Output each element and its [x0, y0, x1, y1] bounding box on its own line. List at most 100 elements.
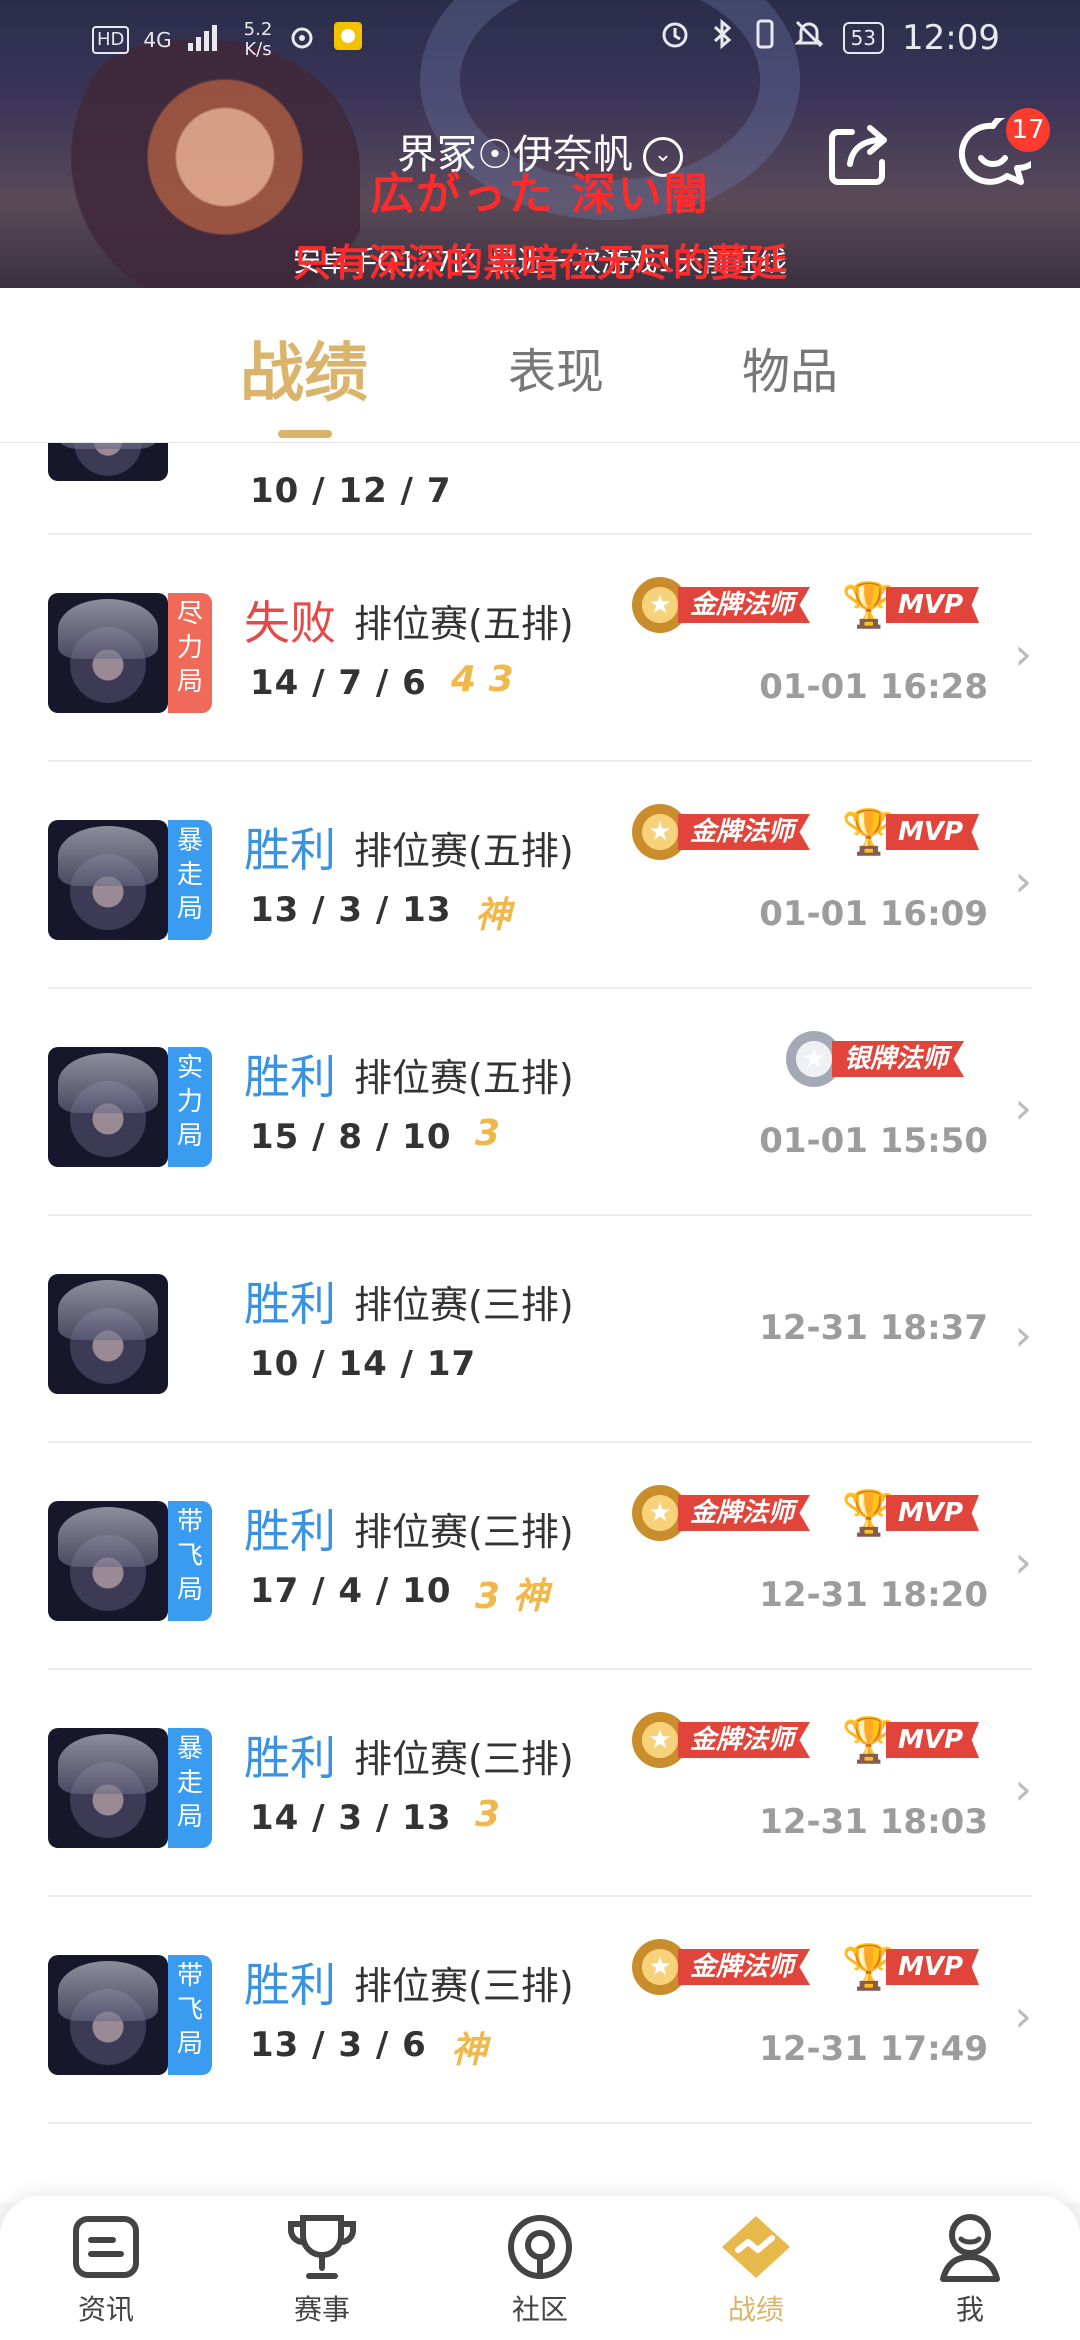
- match-result: 胜利: [244, 823, 336, 877]
- match-kda: 14 / 7 / 6: [250, 663, 427, 703]
- nav-item-record[interactable]: 战绩: [696, 2210, 816, 2328]
- profile-icon: [910, 2210, 1030, 2284]
- match-time: 12-31 18:37: [759, 1308, 988, 1348]
- match-result: 胜利: [244, 1050, 336, 1104]
- match-time: 12-31 18:20: [759, 1575, 988, 1615]
- badge-label: 金牌法师: [678, 814, 811, 850]
- match-list[interactable]: 10 / 12 / 7 尽力局 失败 排位赛(五排) 14 / 7 / 6 4 3 ★ 金牌…: [0, 443, 1080, 2203]
- match-row[interactable]: 带飞局 胜利 排位赛(三排) 17 / 4 / 10 3 神 ★ 金牌法师 🏆 MVP 12-31…: [0, 1443, 1080, 1670]
- hd-indicator: HD: [92, 26, 130, 54]
- performance-badge: ★ 金牌法师: [632, 1483, 811, 1543]
- match-type: 排位赛(五排): [354, 602, 574, 646]
- match-result: 失败: [244, 596, 336, 650]
- performance-badge: ★ 金牌法师: [632, 1937, 811, 1997]
- app-notification-icon: [332, 20, 364, 60]
- match-row[interactable]: 尽力局 失败 排位赛(五排) 14 / 7 / 6 4 3 ★ 金牌法师 🏆 MVP 01-01 …: [0, 535, 1080, 762]
- match-result: 胜利: [244, 1277, 336, 1331]
- match-highlights: 神: [451, 2030, 488, 2071]
- performance-badge: ★ 银牌法师: [786, 1029, 965, 1089]
- vibrate-icon: [755, 18, 775, 58]
- match-mode-tag: 暴走局: [168, 1728, 212, 1848]
- tab-record[interactable]: 战绩: [240, 322, 368, 414]
- mute-icon: [793, 18, 825, 58]
- performance-badge: ★ 金牌法师: [632, 1710, 811, 1770]
- hero-avatar: [48, 593, 168, 713]
- match-kda: 14 / 3 / 13: [250, 1798, 452, 1838]
- mvp-label: MVP: [886, 814, 980, 850]
- bluetooth-icon: [709, 18, 737, 58]
- hero-avatar: [48, 443, 168, 481]
- mvp-label: MVP: [886, 1949, 980, 1985]
- match-kda: 13 / 3 / 13: [250, 890, 452, 930]
- hero-avatar: [48, 1955, 168, 2075]
- message-count-badge: 17: [1006, 108, 1050, 152]
- chevron-right-icon: ›: [1014, 1764, 1032, 1815]
- match-highlights: 神: [475, 895, 512, 936]
- status-bar: HD 4G 5.2 K/s 53 12:09: [0, 0, 1080, 80]
- trophy-icon: [262, 2210, 382, 2284]
- match-row[interactable]: 10 / 12 / 7: [0, 443, 1080, 535]
- badge-label: 金牌法师: [678, 1949, 811, 1985]
- match-mode-tag: 尽力局: [168, 593, 212, 713]
- match-result: 胜利: [244, 1958, 336, 2012]
- nav-item-me[interactable]: 我: [910, 2210, 1030, 2328]
- hero-avatar: [48, 1728, 168, 1848]
- hero-avatar: [48, 1274, 168, 1394]
- badge-label: 银牌法师: [832, 1041, 965, 1077]
- nav-item-events[interactable]: 赛事: [262, 2210, 382, 2328]
- hero-avatar: [48, 1501, 168, 1621]
- mvp-badge: 🏆 MVP: [842, 1937, 980, 1997]
- match-highlights: 4 3: [451, 659, 514, 700]
- news-icon: [46, 2210, 166, 2284]
- match-mode-tag: 实力局: [168, 1047, 212, 1167]
- match-time: 12-31 17:49: [759, 2029, 988, 2069]
- nav-label: 社区: [511, 2293, 568, 2326]
- tab-performance[interactable]: 表现: [508, 332, 604, 402]
- match-kda: 13 / 3 / 6: [250, 2025, 427, 2065]
- nav-label: 我: [955, 2293, 984, 2326]
- nav-item-news[interactable]: 资讯: [46, 2210, 166, 2328]
- match-type: 排位赛(三排): [354, 1964, 574, 2008]
- record-icon: [696, 2210, 816, 2284]
- match-highlights: 3 神: [475, 1576, 549, 1617]
- match-time: 01-01 16:28: [759, 667, 988, 707]
- nav-item-community[interactable]: 社区: [480, 2210, 600, 2328]
- nav-label: 战绩: [727, 2293, 784, 2326]
- match-kda: 17 / 4 / 10: [250, 1571, 452, 1611]
- community-icon: [480, 2210, 600, 2284]
- badge-label: 金牌法师: [678, 1722, 811, 1758]
- match-time: 01-01 15:50: [759, 1121, 988, 1161]
- network-label: 4G: [143, 28, 172, 52]
- match-kda: 10 / 12 / 7: [250, 471, 452, 511]
- network-speed: 5.2 K/s: [243, 19, 273, 60]
- mvp-badge: 🏆 MVP: [842, 1710, 980, 1770]
- alarm-icon: [659, 18, 691, 58]
- match-row[interactable]: 实力局 胜利 排位赛(五排) 15 / 8 / 10 3 ★ 银牌法师 01-01 15:50…: [0, 989, 1080, 1216]
- match-mode-tag: 带飞局: [168, 1501, 212, 1621]
- match-time: 01-01 16:09: [759, 894, 988, 934]
- tab-bar: 战绩 表现 物品: [0, 288, 1080, 443]
- chevron-right-icon: ›: [1014, 1537, 1032, 1588]
- match-kda: 15 / 8 / 10: [250, 1117, 452, 1157]
- match-mode-tag: 带飞局: [168, 1955, 212, 2075]
- share-icon[interactable]: [822, 120, 894, 192]
- mvp-label: MVP: [886, 587, 980, 623]
- tab-items[interactable]: 物品: [742, 332, 838, 402]
- row-divider: [48, 2122, 1032, 2124]
- bottom-navigation: 资讯 赛事 社区 战绩 我: [0, 2196, 1080, 2340]
- match-row[interactable]: 带飞局 胜利 排位赛(三排) 13 / 3 / 6 神 ★ 金牌法师 🏆 MVP 12-31 17…: [0, 1897, 1080, 2124]
- match-row[interactable]: 暴走局 胜利 排位赛(三排) 14 / 3 / 13 3 ★ 金牌法师 🏆 MVP 12-31 1…: [0, 1670, 1080, 1897]
- match-row[interactable]: 暴走局 胜利 排位赛(五排) 13 / 3 / 13 神 ★ 金牌法师 🏆 MVP 01-01 1…: [0, 762, 1080, 989]
- mvp-badge: 🏆 MVP: [842, 575, 980, 635]
- match-row[interactable]: 胜利 排位赛(三排) 10 / 14 / 17 12-31 18:37 ›: [0, 1216, 1080, 1443]
- chevron-right-icon: ›: [1014, 629, 1032, 680]
- nav-label: 赛事: [293, 2293, 350, 2326]
- performance-badge: ★ 金牌法师: [632, 575, 811, 635]
- badge-label: 金牌法师: [678, 1495, 811, 1531]
- signal-icon: [186, 21, 230, 59]
- match-type: 排位赛(五排): [354, 1056, 574, 1100]
- match-type: 排位赛(三排): [354, 1283, 574, 1327]
- performance-badge: ★ 金牌法师: [632, 802, 811, 862]
- mvp-label: MVP: [886, 1495, 980, 1531]
- hero-avatar: [48, 1047, 168, 1167]
